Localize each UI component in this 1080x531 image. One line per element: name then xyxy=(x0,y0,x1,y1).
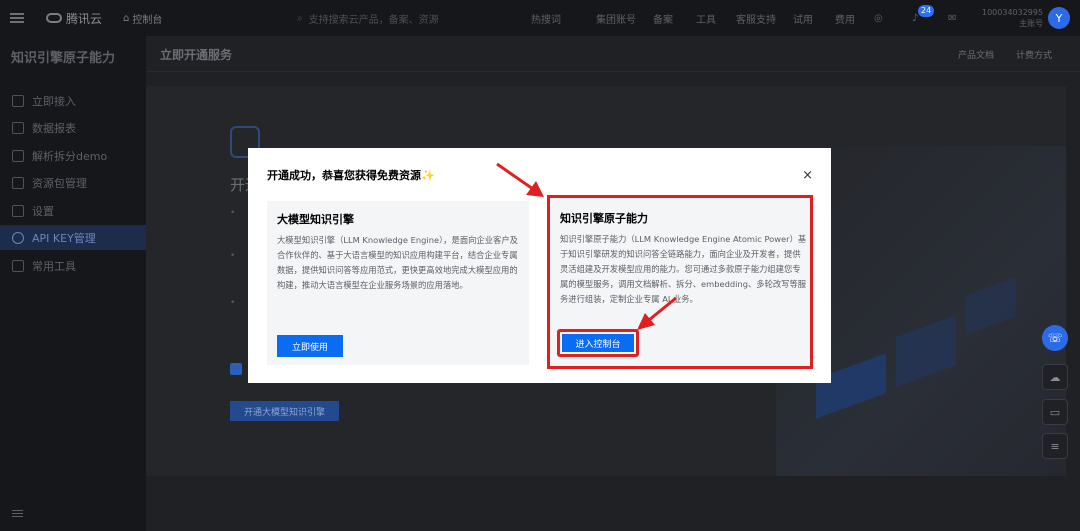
bg-bullet-dot: • xyxy=(230,298,236,308)
enter-console-button[interactable]: 进入控制台 xyxy=(557,329,639,357)
mail-icon[interactable]: ✉ xyxy=(948,0,956,36)
atomic-power-card: 知识引擎原子能力 知识引擎原子能力（LLM Knowledge Engine A… xyxy=(547,195,813,369)
sidebar-item-reports[interactable]: 数据报表 xyxy=(0,115,146,140)
sidebar-item-api-key[interactable]: API KEY管理 xyxy=(0,225,146,250)
card-title: 大模型知识引擎 xyxy=(277,213,354,226)
bg-bullet-dot: • xyxy=(230,251,236,261)
nav-filing[interactable]: 备案 xyxy=(653,0,673,36)
menu-icon[interactable] xyxy=(10,0,26,36)
notification-badge: 24 xyxy=(918,4,935,17)
dialog-title: 开通成功，恭喜您获得免费资源✨ xyxy=(267,169,435,182)
top-navigation-bar: 腾讯云 ⌂ 控制台 ⌕ 支持搜索云产品，备案、资源 热搜词 集团账号 备案 工具… xyxy=(0,0,1080,36)
collapse-sidebar-icon[interactable] xyxy=(12,508,24,519)
nav-group-account[interactable]: 集团账号 xyxy=(596,0,636,36)
notification-bell[interactable]: ♪ 24 xyxy=(912,0,935,36)
nav-tools[interactable]: 工具 xyxy=(696,0,716,36)
card-description: 大模型知识引擎（LLM Knowledge Engine），是面向企业客户及合作… xyxy=(277,235,518,290)
enter-console-label: 进入控制台 xyxy=(562,334,634,352)
sidebar-item-tools[interactable]: 常用工具 xyxy=(0,253,146,278)
bg-bullet-dot: • xyxy=(230,208,236,218)
edit-icon xyxy=(12,149,24,162)
customer-service-icon[interactable]: ☏ xyxy=(1042,325,1068,351)
help-icon[interactable]: ◎ xyxy=(874,0,883,36)
billing-method-link[interactable]: 计费方式 xyxy=(1016,48,1052,61)
nav-hot-search[interactable]: 热搜词 xyxy=(531,0,561,36)
page-title: 立即开通服务 xyxy=(160,48,233,62)
global-search[interactable]: ⌕ 支持搜索云产品，备案、资源 xyxy=(297,0,497,36)
nav-billing[interactable]: 费用 xyxy=(835,0,855,36)
avatar[interactable]: Y xyxy=(1048,7,1070,29)
cloud-logo-icon xyxy=(46,13,62,23)
card-title: 知识引擎原子能力 xyxy=(560,212,648,225)
chart-icon xyxy=(12,121,24,134)
toolbox-icon xyxy=(12,259,24,272)
llm-engine-card: 大模型知识引擎 大模型知识引擎（LLM Knowledge Engine），是面… xyxy=(267,201,529,365)
sidebar-item-settings[interactable]: 设置 xyxy=(0,198,146,223)
search-icon: ⌕ xyxy=(297,12,303,24)
card-description: 知识引擎原子能力（LLM Knowledge Engine Atomic Pow… xyxy=(560,234,807,304)
key-icon xyxy=(12,231,24,244)
activate-llm-engine-button[interactable]: 开通大模型知识引擎 xyxy=(230,401,339,421)
agreement-checkbox[interactable] xyxy=(230,363,242,375)
cloud-upload-icon[interactable]: ☁ xyxy=(1042,364,1068,390)
activation-success-dialog: 开通成功，恭喜您获得免费资源✨ × 大模型知识引擎 大模型知识引擎（LLM Kn… xyxy=(248,148,831,383)
home-icon: ⌂ xyxy=(123,12,130,24)
nav-support[interactable]: 客服支持 xyxy=(736,0,776,36)
close-icon[interactable]: × xyxy=(802,168,813,183)
sidebar-item-parse-demo[interactable]: 解析拆分demo xyxy=(0,143,146,168)
bell-icon: ♪ 24 xyxy=(912,4,935,24)
grid-icon xyxy=(12,94,24,107)
sidebar-title: 知识引擎原子能力 xyxy=(11,51,116,66)
sidebar: 知识引擎原子能力 立即接入 数据报表 解析拆分demo 资源包管理 设置 API… xyxy=(0,36,146,531)
book-icon[interactable]: ▭ xyxy=(1042,399,1068,425)
console-link[interactable]: ⌂ 控制台 xyxy=(123,0,162,36)
search-input[interactable]: 支持搜索云产品，备案、资源 xyxy=(309,11,439,26)
product-docs-link[interactable]: 产品文档 xyxy=(958,48,994,61)
brand-logo[interactable]: 腾讯云 xyxy=(46,0,102,36)
gear-icon xyxy=(12,204,24,217)
main-header: 立即开通服务 产品文档 计费方式 xyxy=(146,36,1080,72)
use-now-button[interactable]: 立即使用 xyxy=(277,335,343,357)
list-icon[interactable]: ≡ xyxy=(1042,433,1068,459)
sidebar-item-quick-access[interactable]: 立即接入 xyxy=(0,88,146,113)
account-info[interactable]: 100034032995 主账号 xyxy=(982,0,1043,36)
package-icon xyxy=(12,176,24,189)
nav-trial[interactable]: 试用 xyxy=(793,0,813,36)
sidebar-item-resource-pack[interactable]: 资源包管理 xyxy=(0,170,146,195)
